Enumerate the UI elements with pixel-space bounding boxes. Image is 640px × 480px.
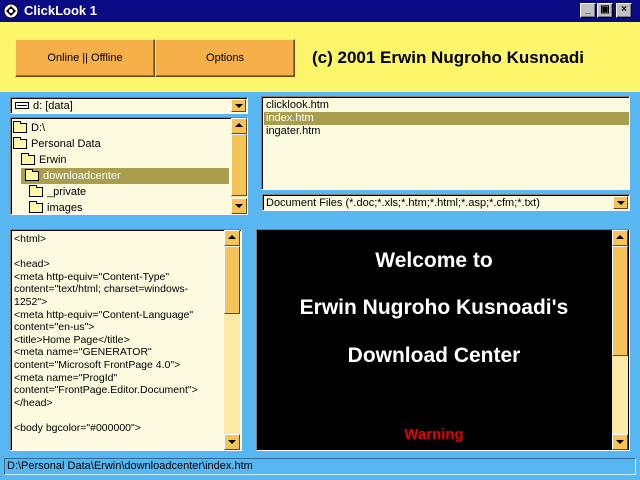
header-bar: Online || Offline Options (c) 2001 Erwin…: [0, 22, 640, 92]
drive-icon: [15, 102, 29, 109]
tree-item-root[interactable]: D:\: [13, 120, 45, 136]
folder-open-icon: [13, 137, 27, 149]
copyright-text: (c) 2001 Erwin Nugroho Kusnoadi: [312, 48, 585, 67]
folder-open-icon: [21, 153, 35, 165]
status-bar: D:\Personal Data\Erwin\downloadcenter\in…: [4, 458, 636, 475]
tree-item-label: Personal Data: [31, 138, 101, 150]
file-item-clicklook[interactable]: clicklook.htm: [264, 99, 629, 112]
drive-select-value: d: [data]: [33, 100, 73, 112]
scroll-thumb[interactable]: [224, 246, 240, 314]
file-filter-value: Document Files (*.doc;*.xls;*.htm;*.html…: [266, 197, 540, 209]
restore-button[interactable]: ▣: [597, 3, 613, 18]
tree-item-erwin[interactable]: Erwin: [21, 152, 67, 168]
chevron-up-icon[interactable]: [612, 230, 628, 246]
preview-scrollbar[interactable]: [612, 230, 628, 450]
preview-download-center-text: Download Center: [347, 344, 521, 367]
source-scrollbar[interactable]: [224, 230, 240, 450]
folder-open-icon: [25, 169, 39, 181]
tree-item-downloadcenter[interactable]: downloadcenter: [21, 168, 229, 184]
preview-warning-text[interactable]: Warning: [257, 426, 611, 443]
scroll-thumb[interactable]: [612, 246, 628, 356]
tree-item-private[interactable]: _private: [29, 184, 86, 200]
folder-tree-scrollbar[interactable]: [231, 118, 247, 214]
tree-item-images[interactable]: images: [29, 200, 83, 214]
scroll-thumb[interactable]: [231, 134, 247, 196]
minimize-button[interactable]: _: [580, 3, 596, 18]
folder-icon: [29, 185, 43, 197]
file-filter-select[interactable]: Document Files (*.doc;*.xls;*.htm;*.html…: [262, 194, 630, 211]
close-button[interactable]: ×: [616, 3, 632, 18]
drive-select[interactable]: d: [data]: [10, 97, 248, 114]
preview-welcome-text: Welcome to: [375, 249, 493, 272]
chevron-down-icon[interactable]: [231, 198, 247, 214]
file-list[interactable]: clicklook.htm index.htm ingater.htm: [261, 96, 630, 190]
title-bar[interactable]: ClickLook 1 _ ▣ ×: [0, 0, 640, 22]
chevron-up-icon[interactable]: [224, 230, 240, 246]
chevron-down-icon[interactable]: [612, 434, 628, 450]
online-offline-button[interactable]: Online || Offline: [15, 39, 155, 77]
file-item-ingater[interactable]: ingater.htm: [264, 125, 629, 138]
chevron-up-icon[interactable]: [231, 118, 247, 134]
window-title: ClickLook 1: [24, 3, 97, 18]
chevron-down-icon[interactable]: [613, 196, 628, 209]
source-code-pane[interactable]: <html> <head> <meta http-equiv="Content-…: [10, 229, 242, 451]
preview-name-text: Erwin Nugroho Kusnoadi's: [299, 296, 569, 319]
chevron-down-icon[interactable]: [231, 99, 246, 112]
tree-item-label: D:\: [31, 122, 46, 134]
options-button[interactable]: Options: [155, 39, 295, 77]
tree-item-label: Erwin: [39, 154, 67, 166]
folder-icon: [29, 201, 43, 213]
app-icon: [3, 3, 19, 19]
folder-open-icon: [13, 121, 27, 133]
file-item-index[interactable]: index.htm: [264, 112, 629, 125]
source-code-text: <html> <head> <meta http-equiv="Content-…: [14, 233, 198, 434]
folder-tree[interactable]: D:\ Personal Data Erwin downloadcenter _…: [10, 117, 248, 215]
tree-item-personal-data[interactable]: Personal Data: [13, 136, 101, 152]
tree-item-label: downloadcenter: [43, 170, 121, 182]
tree-item-label: _private: [47, 186, 87, 198]
tree-item-label: images: [47, 202, 83, 214]
html-preview-pane[interactable]: Welcome to Erwin Nugroho Kusnoadi's Down…: [256, 229, 630, 451]
chevron-down-icon[interactable]: [224, 434, 240, 450]
